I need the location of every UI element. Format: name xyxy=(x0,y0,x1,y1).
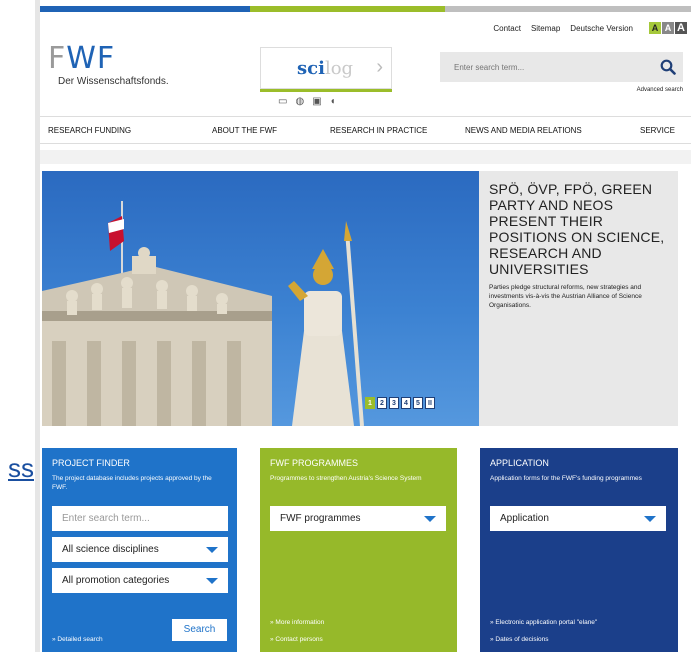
programmes-title: FWF PROGRAMMES xyxy=(270,458,358,468)
project-finder-description: The project database includes projects a… xyxy=(52,475,212,491)
category-value: All promotion categories xyxy=(62,575,170,586)
search-bar xyxy=(440,52,683,82)
search-button[interactable] xyxy=(653,52,683,82)
project-finder-box: PROJECT FINDER The project database incl… xyxy=(42,448,237,652)
section-divider xyxy=(40,150,691,164)
scilog-sci: sci xyxy=(297,58,325,79)
contact-persons-link[interactable]: » Contact persons xyxy=(270,635,324,644)
pager-5[interactable]: 5 xyxy=(413,397,423,409)
hero-image[interactable] xyxy=(42,171,479,426)
image-icon[interactable]: ▣ xyxy=(312,96,321,107)
hero-teaser[interactable]: SPÖ, ÖVP, FPÖ, GREEN PARTY AND NEOS PRES… xyxy=(479,171,678,426)
nav-research-funding[interactable]: RESEARCH FUNDING xyxy=(48,126,131,135)
project-finder-title: PROJECT FINDER xyxy=(52,458,130,468)
discipline-value: All science disciplines xyxy=(62,544,159,555)
left-frame xyxy=(0,0,40,652)
pager-2[interactable]: 2 xyxy=(377,397,387,409)
project-search-input[interactable]: Enter search term... xyxy=(52,506,228,531)
parliament-illustration xyxy=(42,201,364,426)
logo-mark: FWF xyxy=(48,41,116,76)
hero-title[interactable]: SPÖ, ÖVP, FPÖ, GREEN PARTY AND NEOS PRES… xyxy=(489,181,668,277)
caret-down-icon xyxy=(424,515,436,522)
category-select[interactable]: All promotion categories xyxy=(52,568,228,593)
application-value: Application xyxy=(500,513,549,524)
elane-portal-link[interactable]: » Electronic application portal "elane" xyxy=(490,618,597,627)
globe-icon[interactable]: ◍ xyxy=(295,96,304,107)
page: Contact Sitemap Deutsche Version A A A F… xyxy=(40,0,691,652)
font-size-buttons: A A A xyxy=(649,22,687,34)
caret-down-icon xyxy=(206,577,218,584)
scilog-logo: scilog xyxy=(297,58,353,79)
project-search-button[interactable]: Search xyxy=(172,619,227,641)
caret-down-icon xyxy=(206,546,218,553)
programmes-description: Programmes to strengthen Austria's Scien… xyxy=(270,475,422,482)
programmes-box: FWF PROGRAMMES Programmes to strengthen … xyxy=(260,448,457,652)
scilog-media-icons: ▭ ◍ ▣ ◖ xyxy=(278,96,336,107)
german-version-link[interactable]: Deutsche Version xyxy=(570,24,633,33)
stray-link[interactable]: ss xyxy=(0,453,34,484)
detailed-search-link[interactable]: » Detailed search xyxy=(52,635,103,644)
pager-4[interactable]: 4 xyxy=(401,397,411,409)
nav-news-media[interactable]: NEWS AND MEDIA RELATIONS xyxy=(465,126,582,135)
top-color-stripe xyxy=(40,6,691,12)
font-size-medium-button[interactable]: A xyxy=(662,22,674,34)
font-size-small-button[interactable]: A xyxy=(649,22,661,34)
hero-description: Parties pledge structural reforms, new s… xyxy=(489,284,642,309)
scilog-log: log xyxy=(324,58,354,79)
advanced-search-link[interactable]: Advanced search xyxy=(637,87,683,93)
logo-subtitle: Der Wissenschaftsfonds. xyxy=(58,76,169,87)
hero-pager: 1 2 3 4 5 II xyxy=(365,397,435,409)
finder-links: » Detailed search xyxy=(52,635,103,652)
fwf-logo[interactable]: FWF Der Wissenschaftsfonds. xyxy=(48,41,169,88)
monitor-icon[interactable]: ▭ xyxy=(278,96,287,107)
dates-of-decisions-link[interactable]: » Dates of decisions xyxy=(490,635,597,644)
programmes-select[interactable]: FWF programmes xyxy=(270,506,446,531)
search-input[interactable] xyxy=(440,62,653,72)
application-box: APPLICATION Application forms for the FW… xyxy=(480,448,678,652)
discipline-select[interactable]: All science disciplines xyxy=(52,537,228,562)
main-nav: RESEARCH FUNDING ABOUT THE FWF RESEARCH … xyxy=(40,116,691,144)
application-links: » Electronic application portal "elane" … xyxy=(490,618,597,652)
scilog-banner[interactable]: scilog › xyxy=(260,47,392,89)
pager-1[interactable]: 1 xyxy=(365,397,375,409)
nav-research-in-practice[interactable]: RESEARCH IN PRACTICE xyxy=(330,126,427,135)
programmes-value: FWF programmes xyxy=(280,513,361,524)
scilog-underline xyxy=(260,89,392,92)
application-description: Application forms for the FWF's funding … xyxy=(490,475,642,482)
contact-link[interactable]: Contact xyxy=(493,24,521,33)
nav-service[interactable]: SERVICE xyxy=(640,126,675,135)
caret-down-icon xyxy=(644,515,656,522)
microphone-icon[interactable]: ◖ xyxy=(330,96,336,107)
application-select[interactable]: Application xyxy=(490,506,666,531)
application-title: APPLICATION xyxy=(490,458,549,468)
programmes-links: » More information » Contact persons xyxy=(270,618,324,652)
pause-button[interactable]: II xyxy=(425,397,435,409)
sitemap-link[interactable]: Sitemap xyxy=(531,24,560,33)
pager-3[interactable]: 3 xyxy=(389,397,399,409)
chevron-right-icon: › xyxy=(376,56,383,78)
font-size-large-button[interactable]: A xyxy=(675,22,687,34)
utility-links: Contact Sitemap Deutsche Version A A A xyxy=(493,22,687,34)
nav-about-fwf[interactable]: ABOUT THE FWF xyxy=(212,126,277,135)
search-icon xyxy=(660,59,676,75)
more-information-link[interactable]: » More information xyxy=(270,618,324,627)
